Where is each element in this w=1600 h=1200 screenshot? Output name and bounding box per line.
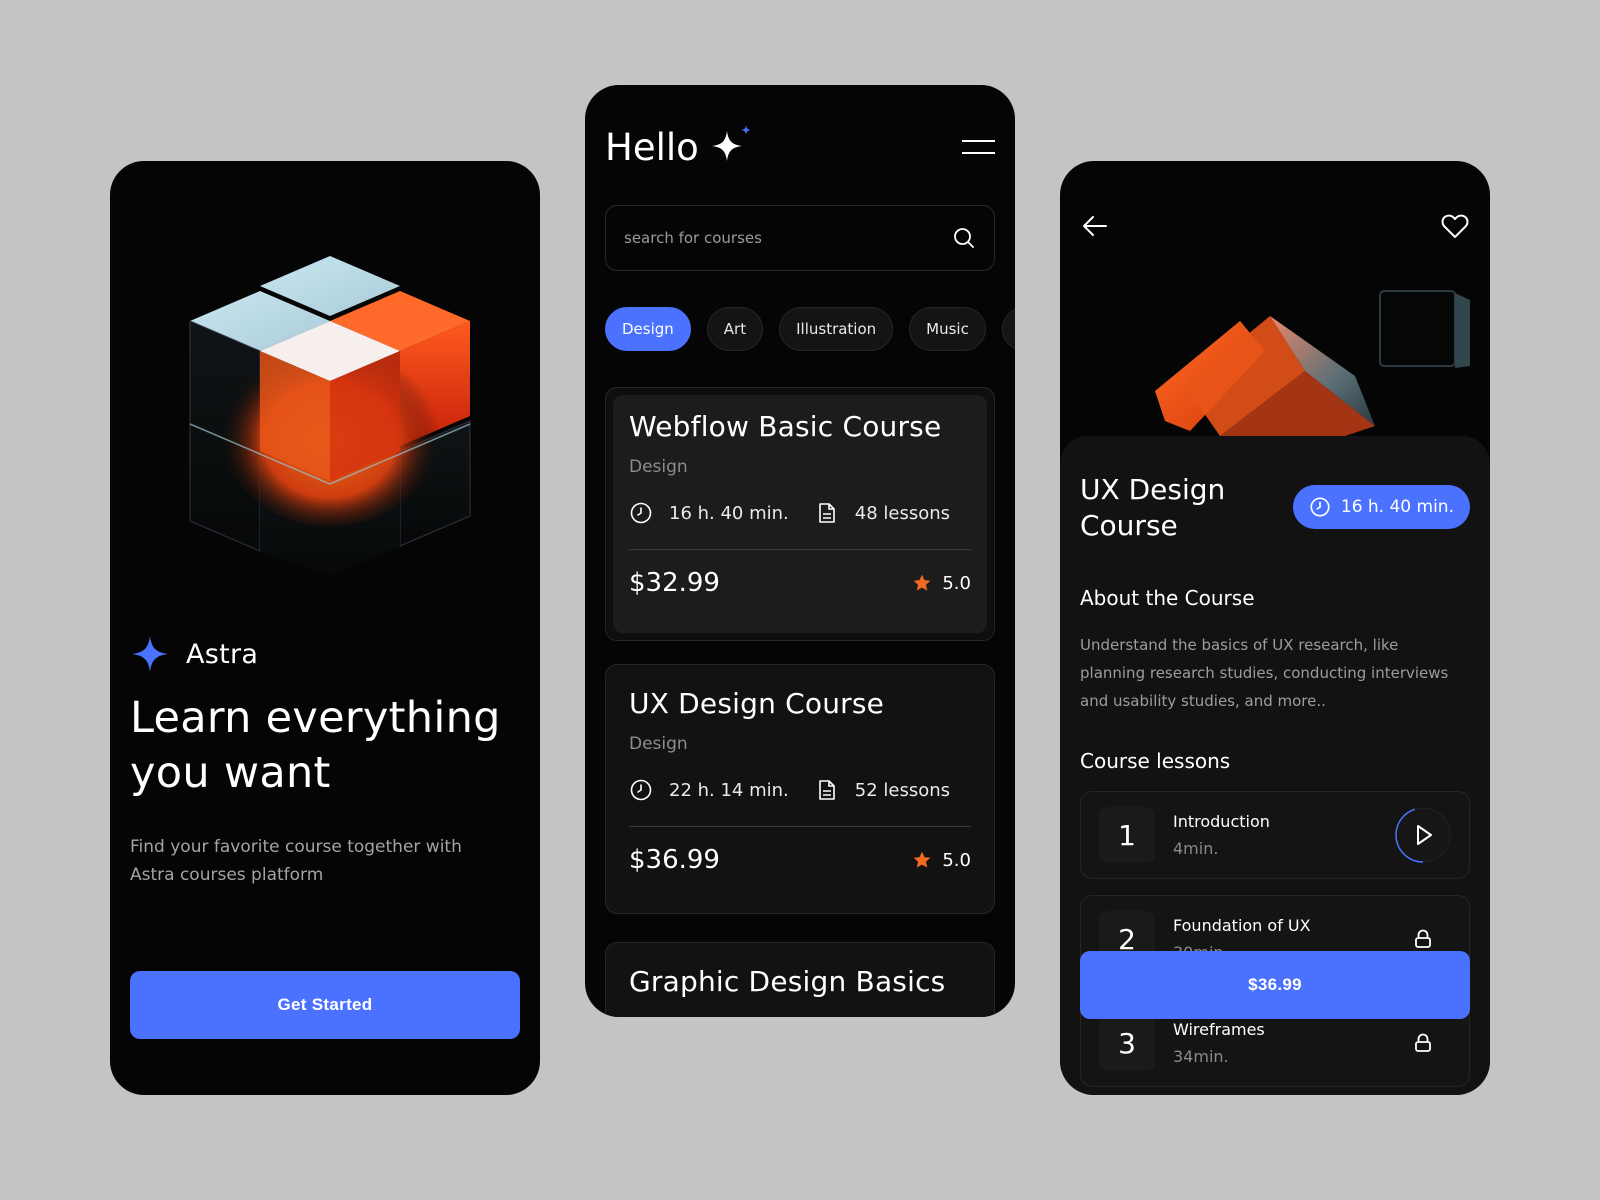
cubes-3d-illustration (189, 256, 471, 576)
course-category: Design (629, 457, 688, 477)
course-detail-sheet: UX Design Course 16 h. 40 min. About the… (1060, 436, 1490, 1095)
course-title: UX Design Course (629, 687, 885, 720)
about-heading: About the Course (1080, 586, 1255, 610)
course-rating: 5.0 (942, 849, 971, 871)
duration-text: 16 h. 40 min. (1340, 497, 1454, 517)
lesson-number: 1 (1099, 807, 1155, 863)
clock-icon (1310, 497, 1330, 517)
get-started-button[interactable]: Get Started (130, 971, 520, 1039)
chip-art[interactable]: Art (706, 307, 764, 351)
lesson-title: Foundation of UX (1173, 916, 1311, 935)
greeting-text: Hello (605, 125, 699, 169)
arrow-left-icon[interactable] (1080, 211, 1110, 241)
search-icon[interactable] (952, 226, 976, 250)
lesson-number: 3 (1099, 1015, 1155, 1071)
welcome-screen: Astra Learn everything you want Find you… (110, 161, 540, 1095)
course-duration: 16 h. 40 min. (669, 502, 789, 524)
course-category: Design (629, 734, 688, 754)
lesson-duration: 34min. (1173, 1047, 1229, 1066)
welcome-subtitle: Find your favorite course together with … (130, 837, 462, 885)
brand-name: Astra (186, 638, 259, 670)
course-duration: 22 h. 14 min. (669, 779, 789, 801)
star-icon (914, 574, 931, 591)
home-screen: Hello Design Art Illustration Music Webf… (585, 85, 1015, 1017)
chip-more[interactable] (1001, 307, 1015, 351)
course-title: UX Design Course (1080, 473, 1226, 542)
lesson-item[interactable]: 1 Introduction 4min. (1080, 791, 1470, 879)
lesson-title: Introduction (1173, 812, 1270, 831)
greeting: Hello (605, 125, 757, 169)
course-price: $36.99 (629, 845, 720, 875)
course-title: Graphic Design Basics (629, 965, 946, 998)
clock-icon (630, 502, 652, 524)
star-icon (914, 851, 931, 868)
document-icon (818, 503, 835, 523)
duration-badge: 16 h. 40 min. (1292, 485, 1470, 529)
chip-illustration[interactable]: Illustration (779, 307, 894, 351)
course-lessons: 48 lessons (854, 502, 951, 524)
course-card[interactable]: Webflow Basic Course Design 16 h. 40 min… (605, 387, 995, 641)
category-chips: Design Art Illustration Music (605, 307, 1015, 351)
course-lessons: 52 lessons (854, 779, 951, 801)
course-price: $32.99 (629, 568, 720, 598)
search-input[interactable] (624, 229, 952, 247)
welcome-title: Learn everything you want (130, 693, 501, 798)
sparkle-icon (132, 636, 168, 672)
brand: Astra (132, 636, 258, 672)
divider (629, 549, 971, 550)
divider (629, 826, 971, 827)
chip-design[interactable]: Design (605, 307, 691, 351)
search-bar (605, 205, 995, 271)
sparkle-icon (711, 125, 751, 161)
course-card[interactable]: Graphic Design Basics (605, 942, 995, 1017)
lesson-title: Wireframes (1173, 1020, 1265, 1039)
lesson-duration: 4min. (1173, 839, 1219, 858)
buy-course-button[interactable]: $36.99 (1080, 951, 1470, 1019)
about-text: Understand the basics of UX research, li… (1080, 636, 1449, 710)
cubes-3d-illustration (1155, 290, 1470, 441)
heart-icon[interactable] (1440, 211, 1470, 241)
course-title: Webflow Basic Course (629, 410, 942, 443)
document-icon (818, 780, 835, 800)
hamburger-menu-icon[interactable] (962, 140, 995, 154)
course-rating: 5.0 (942, 572, 971, 594)
clock-icon (630, 779, 652, 801)
course-card[interactable]: UX Design Course Design 22 h. 14 min. 52… (605, 664, 995, 914)
lock-icon (1415, 1033, 1431, 1052)
lock-icon (1415, 929, 1431, 948)
course-detail-screen: UX Design Course 16 h. 40 min. About the… (1060, 161, 1490, 1095)
play-button[interactable] (1395, 807, 1451, 863)
lessons-heading: Course lessons (1080, 749, 1231, 773)
chip-music[interactable]: Music (909, 307, 986, 351)
